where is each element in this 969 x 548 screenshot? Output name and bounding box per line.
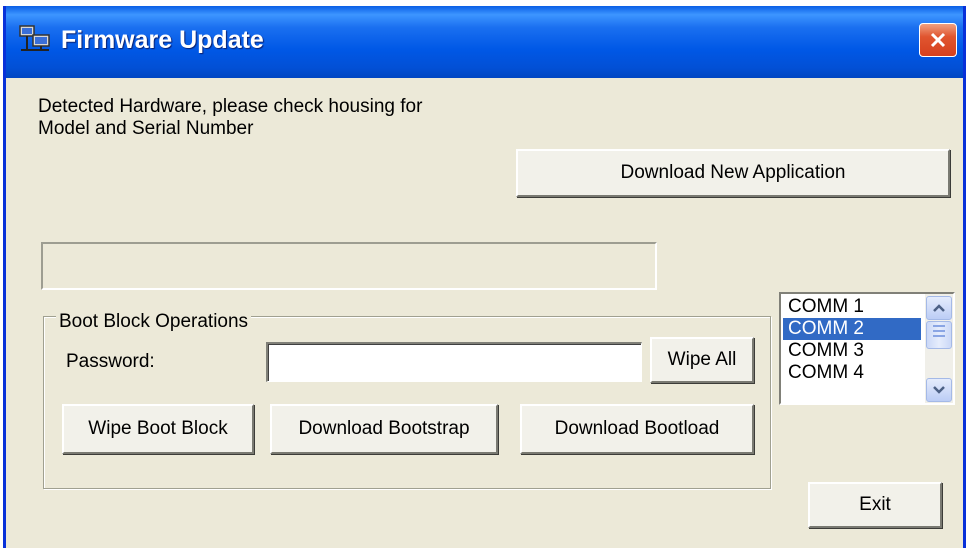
wipe-boot-block-button[interactable]: Wipe Boot Block (62, 404, 254, 454)
close-button[interactable] (919, 23, 957, 57)
list-item-comm1[interactable]: COMM 1 (783, 296, 921, 318)
computer-network-icon (18, 24, 52, 54)
download-bootstrap-button[interactable]: Download Bootstrap (270, 404, 498, 454)
window-title: Firmware Update (61, 26, 264, 54)
title-bar[interactable]: Firmware Update (6, 6, 963, 78)
list-item-comm2[interactable]: COMM 2 (783, 318, 921, 340)
hardware-info-line2: Model and Serial Number (38, 118, 254, 139)
firmware-update-window: Firmware Update Detected Hardware, pleas… (3, 6, 966, 548)
scroll-down-button[interactable] (926, 378, 952, 402)
hardware-info-line1: Detected Hardware, please check housing … (38, 96, 423, 117)
boot-block-operations-label: Boot Block Operations (56, 311, 252, 333)
download-bootload-button[interactable]: Download Bootload (520, 404, 754, 454)
close-icon (928, 30, 948, 50)
progress-bar (41, 242, 657, 290)
chevron-down-icon (933, 381, 945, 399)
download-new-application-button[interactable]: Download New Application (516, 149, 950, 197)
comm-port-listbox[interactable]: COMM 1 COMM 2 COMM 3 COMM 4 (779, 292, 955, 405)
list-item-comm4[interactable]: COMM 4 (783, 362, 921, 384)
scroll-thumb[interactable] (926, 321, 952, 349)
chevron-up-icon (933, 299, 945, 317)
password-label: Password: (66, 351, 155, 372)
exit-button[interactable]: Exit (808, 482, 942, 528)
scroll-up-button[interactable] (926, 296, 952, 320)
vertical-scrollbar[interactable] (925, 294, 953, 403)
list-item-comm3[interactable]: COMM 3 (783, 340, 921, 362)
wipe-all-button[interactable]: Wipe All (650, 337, 754, 383)
password-input[interactable] (266, 342, 642, 382)
